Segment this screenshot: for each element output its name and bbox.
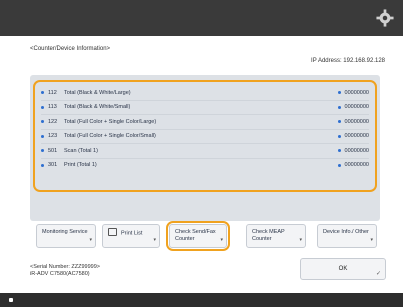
- action-buttons: Monitoring Service ▾ Print List ▾ Check …: [32, 221, 382, 251]
- counter-list: 112 Total (Black & White/Large) 00000000…: [30, 75, 380, 221]
- counter-row: 501 Scan (Total 1) 00000000: [41, 144, 369, 159]
- print-icon: [108, 228, 117, 236]
- bullet-icon: [337, 91, 341, 95]
- counter-row: 112 Total (Black & White/Large) 00000000: [41, 86, 369, 101]
- check-icon: ✓: [375, 271, 381, 277]
- monitoring-service-button[interactable]: Monitoring Service ▾: [36, 224, 96, 248]
- bullet-icon: [41, 134, 44, 138]
- check-mead-label: Check MEAP Counter: [252, 229, 285, 242]
- gear-icon[interactable]: [376, 9, 394, 27]
- device-info-other-button[interactable]: Device Info./ Other ▾: [317, 224, 377, 248]
- main-panel: <Counter/Device Information> IP Address:…: [18, 38, 395, 290]
- device-info-label: Device Info./ Other: [323, 229, 369, 235]
- counter-value: 00000000: [344, 147, 369, 154]
- monitoring-service-label: Monitoring Service: [42, 229, 88, 235]
- counter-row: 113 Total (Black & White/Small) 00000000: [41, 101, 369, 115]
- counter-number: 112: [48, 89, 57, 96]
- bullet-icon: [337, 163, 341, 167]
- counter-number: 113: [48, 104, 57, 111]
- counter-number: 123: [48, 133, 58, 140]
- serial-number: <Serial Number: ZZZ99999>: [30, 264, 101, 270]
- top-bar: [0, 0, 403, 36]
- bullet-icon: [41, 149, 44, 153]
- bullet-icon: [337, 149, 341, 153]
- bullet-icon: [41, 105, 44, 109]
- counter-value: 00000000: [344, 89, 369, 96]
- bullet-icon: [337, 105, 341, 109]
- counter-number: 501: [48, 147, 58, 154]
- counter-label: Total (Black & White/Large): [64, 89, 131, 96]
- counter-label: Total (Black & White/Small): [64, 104, 131, 111]
- counter-number: 301: [48, 162, 58, 169]
- counter-row: 123 Total (Full Color + Single Color/Sma…: [41, 130, 369, 144]
- status-icon: [9, 298, 13, 302]
- bullet-icon: [337, 120, 341, 124]
- chevron-icon: ▾: [153, 237, 156, 243]
- ok-button[interactable]: OK ✓: [300, 258, 386, 280]
- bullet-icon: [337, 134, 341, 138]
- chevron-icon: ▾: [370, 237, 373, 243]
- counter-value: 00000000: [344, 118, 369, 125]
- screen-title: <Counter/Device Information>: [30, 46, 111, 52]
- device-model: iR-ADV C7580(AC7580): [30, 271, 90, 277]
- chevron-icon: ▾: [220, 237, 223, 243]
- counter-label: Print (Total 1): [64, 162, 97, 169]
- device-serial-info: <Serial Number: ZZZ99999> iR-ADV C7580(A…: [30, 264, 100, 278]
- counter-value: 00000000: [344, 133, 369, 140]
- counter-row: 301 Print (Total 1) 00000000: [41, 159, 369, 173]
- bullet-icon: [41, 120, 44, 124]
- bullet-icon: [41, 163, 44, 167]
- ok-label: OK: [338, 266, 348, 272]
- counter-value: 00000000: [344, 104, 369, 111]
- bullet-icon: [41, 91, 44, 95]
- counter-number: 122: [48, 118, 58, 125]
- counter-list-highlight: 112 Total (Black & White/Large) 00000000…: [33, 80, 377, 192]
- chevron-icon: ▾: [299, 237, 302, 243]
- check-send-fax-counter-button[interactable]: Check Send/Fax Counter ▾: [169, 224, 227, 248]
- ip-address: IP Address: 192.168.92.128: [311, 58, 385, 64]
- check-send-fax-label: Check Send/Fax Counter: [175, 229, 216, 242]
- print-list-label: Print List: [121, 230, 143, 237]
- footer-bar: [0, 293, 403, 307]
- counter-label: Total (Full Color + Single Color/Small): [64, 133, 156, 140]
- chevron-icon: ▾: [89, 237, 92, 243]
- counter-value: 00000000: [344, 162, 369, 169]
- counter-row: 122 Total (Full Color + Single Color/Lar…: [41, 115, 369, 130]
- counter-label: Total (Full Color + Single Color/Large): [64, 118, 157, 125]
- check-mead-counter-button[interactable]: Check MEAP Counter ▾: [246, 224, 306, 248]
- counter-label: Scan (Total 1): [64, 147, 98, 154]
- print-list-button[interactable]: Print List ▾: [102, 224, 160, 248]
